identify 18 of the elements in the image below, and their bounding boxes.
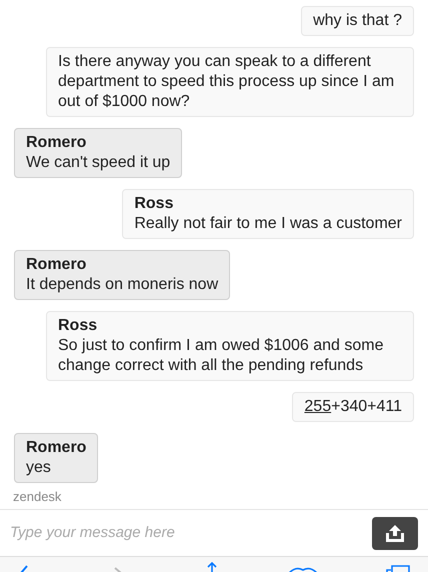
message-text: 255+340+411 — [304, 397, 402, 417]
brand-label: zendesk — [12, 488, 62, 506]
message-text: So just to confirm I am owed $1006 and some change correct with all the pending refunds — [58, 336, 385, 376]
message-text: We can't speed it up — [26, 153, 170, 173]
sender-name: Romero — [26, 133, 88, 153]
tabs-icon[interactable] — [386, 565, 410, 572]
sender-name: Ross — [58, 316, 98, 336]
message-text: Is there anyway you can speak to a different department to speed this process up since I am out of $1000 now? — [58, 52, 396, 112]
message-input[interactable]: Type your message here — [10, 522, 364, 544]
message-text: Really not fair to me I was a customer — [134, 214, 402, 234]
message-text: yes — [26, 458, 52, 478]
message-text: why is that ? — [313, 11, 402, 31]
message-text: It depends on moneris now — [26, 275, 218, 295]
sender-name: Ross — [134, 194, 174, 214]
upload-icon — [385, 524, 405, 542]
upload-button[interactable] — [372, 516, 418, 550]
sender-name: Romero — [26, 438, 86, 458]
sender-name: Romero — [26, 255, 88, 275]
